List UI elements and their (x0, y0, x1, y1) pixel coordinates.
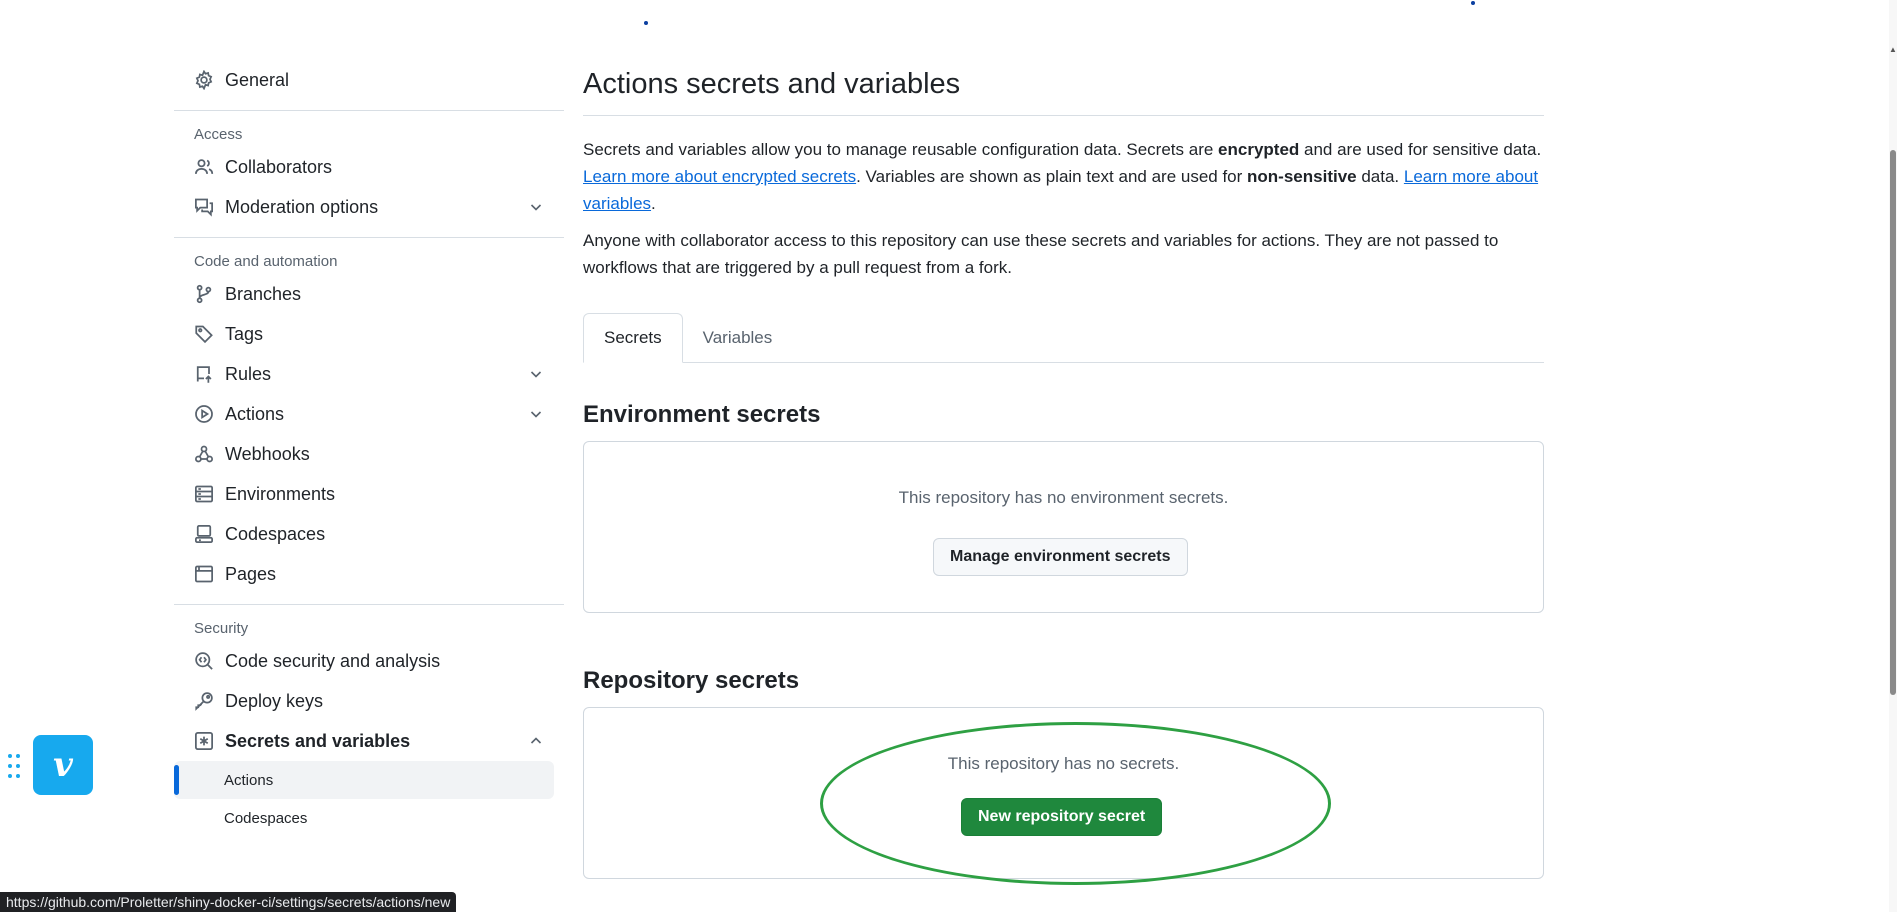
server-icon (194, 484, 214, 504)
decorative-dot (644, 21, 648, 25)
vimeo-logo-icon[interactable]: v (33, 735, 93, 795)
chevron-down-icon[interactable] (528, 366, 544, 382)
sidebar-subitem-label: Codespaces (224, 809, 308, 827)
environment-secrets-empty-message: This repository has no environment secre… (898, 488, 1229, 507)
codespaces-icon (194, 524, 214, 544)
sidebar-item-rules[interactable]: Rules (174, 354, 564, 394)
environment-secrets-box: This repository has no environment secre… (583, 441, 1544, 613)
sidebar-item-branches[interactable]: Branches (174, 274, 564, 314)
access-paragraph: Anyone with collaborator access to this … (583, 231, 1499, 277)
chevron-up-icon[interactable] (528, 733, 544, 749)
repository-secrets-box: This repository has no secrets. New repo… (583, 707, 1544, 879)
repository-secrets-empty-message: This repository has no secrets. (947, 754, 1180, 773)
learn-more-secrets-link[interactable]: Learn more about encrypted secrets (583, 167, 856, 186)
tag-icon (194, 324, 214, 344)
sidebar-subitem-actions[interactable]: Actions (174, 761, 554, 799)
divider (174, 604, 564, 605)
text: . Variables are shown as plain text and … (856, 167, 1248, 186)
sidebar-item-label: Branches (225, 283, 302, 304)
tab-variables[interactable]: Variables (683, 313, 793, 362)
key-icon (194, 691, 214, 711)
repository-secrets-title: Repository secrets (583, 667, 800, 694)
sidebar-item-label: General (225, 69, 290, 90)
sidebar-item-label: Code security and analysis (225, 650, 441, 671)
browser-icon (194, 564, 214, 584)
text-emphasis: encrypted (1218, 140, 1300, 159)
text: and are used for sensitive data. (1299, 140, 1542, 159)
text: data. (1356, 167, 1404, 186)
chevron-down-icon[interactable] (528, 199, 544, 215)
active-indicator (174, 765, 179, 795)
scrollbar-thumb[interactable] (1890, 150, 1896, 695)
group-title-security: Security (194, 619, 249, 637)
gear-icon (194, 70, 214, 90)
repo-push-icon (194, 364, 214, 384)
sidebar-item-general[interactable]: General (174, 60, 564, 100)
sidebar-item-code-security[interactable]: Code security and analysis (174, 641, 564, 681)
sidebar-item-label: Rules (225, 363, 272, 384)
sidebar-item-label: Environments (225, 483, 336, 504)
play-icon (194, 404, 214, 424)
sidebar-item-label: Webhooks (225, 443, 310, 464)
intro-paragraph: Secrets and variables allow you to manag… (583, 136, 1544, 217)
text-emphasis: non-sensitive (1247, 167, 1357, 186)
text: . (651, 194, 656, 213)
people-icon (194, 157, 214, 177)
sidebar-item-environments[interactable]: Environments (174, 474, 564, 514)
sidebar-item-tags[interactable]: Tags (174, 314, 564, 354)
scroll-up-arrow-icon[interactable]: ▲ (1889, 45, 1897, 55)
asterisk-box-icon (194, 731, 214, 751)
sidebar-item-label: Actions (225, 403, 285, 424)
sidebar-item-actions[interactable]: Actions (174, 394, 564, 434)
sidebar-item-pages[interactable]: Pages (174, 554, 564, 594)
sidebar-item-label: Tags (225, 323, 264, 344)
sidebar-item-collaborators[interactable]: Collaborators (174, 147, 564, 187)
sidebar-item-webhooks[interactable]: Webhooks (174, 434, 564, 474)
chevron-down-icon[interactable] (528, 406, 544, 422)
sidebar-item-label: Pages (225, 563, 277, 584)
group-title-code-automation: Code and automation (194, 252, 338, 270)
drag-handle-icon[interactable] (6, 753, 22, 779)
sidebar-item-label: Secrets and variables (225, 730, 411, 751)
page-title: Actions secrets and variables (583, 68, 1544, 116)
divider (174, 110, 564, 111)
group-title-access: Access (194, 125, 243, 143)
branch-icon (194, 284, 214, 304)
environment-secrets-title: Environment secrets (583, 401, 821, 428)
sidebar-item-codespaces[interactable]: Codespaces (174, 514, 564, 554)
text: Secrets and variables allow you to manag… (583, 140, 1219, 159)
scrollbar[interactable]: ▲ (1889, 0, 1897, 912)
sidebar-subitem-codespaces[interactable]: Codespaces (174, 799, 554, 837)
settings-sidebar: General Access Collaborators Moderation … (174, 60, 564, 837)
new-repository-secret-button[interactable]: New repository secret (961, 798, 1163, 836)
tab-secrets[interactable]: Secrets (583, 313, 683, 363)
sidebar-subitem-label: Actions (224, 771, 274, 789)
decorative-dot (1471, 1, 1475, 5)
webhook-icon (194, 444, 214, 464)
comment-discussion-icon (194, 197, 214, 217)
codescan-icon (194, 651, 214, 671)
status-bar-url: https://github.com/Proletter/shiny-docke… (0, 892, 457, 912)
sidebar-item-secrets-and-variables[interactable]: Secrets and variables (174, 721, 564, 761)
main-content: Actions secrets and variables Secrets an… (583, 60, 1544, 879)
sidebar-item-label: Codespaces (225, 523, 326, 544)
sidebar-item-moderation-options[interactable]: Moderation options (174, 187, 564, 227)
sidebar-item-label: Deploy keys (225, 690, 324, 711)
tab-bar: Secrets Variables (583, 313, 1544, 363)
sidebar-item-deploy-keys[interactable]: Deploy keys (174, 681, 564, 721)
divider (174, 237, 564, 238)
sidebar-item-label: Moderation options (225, 196, 379, 217)
manage-environment-secrets-button[interactable]: Manage environment secrets (933, 538, 1188, 576)
sidebar-item-label: Collaborators (225, 156, 333, 177)
